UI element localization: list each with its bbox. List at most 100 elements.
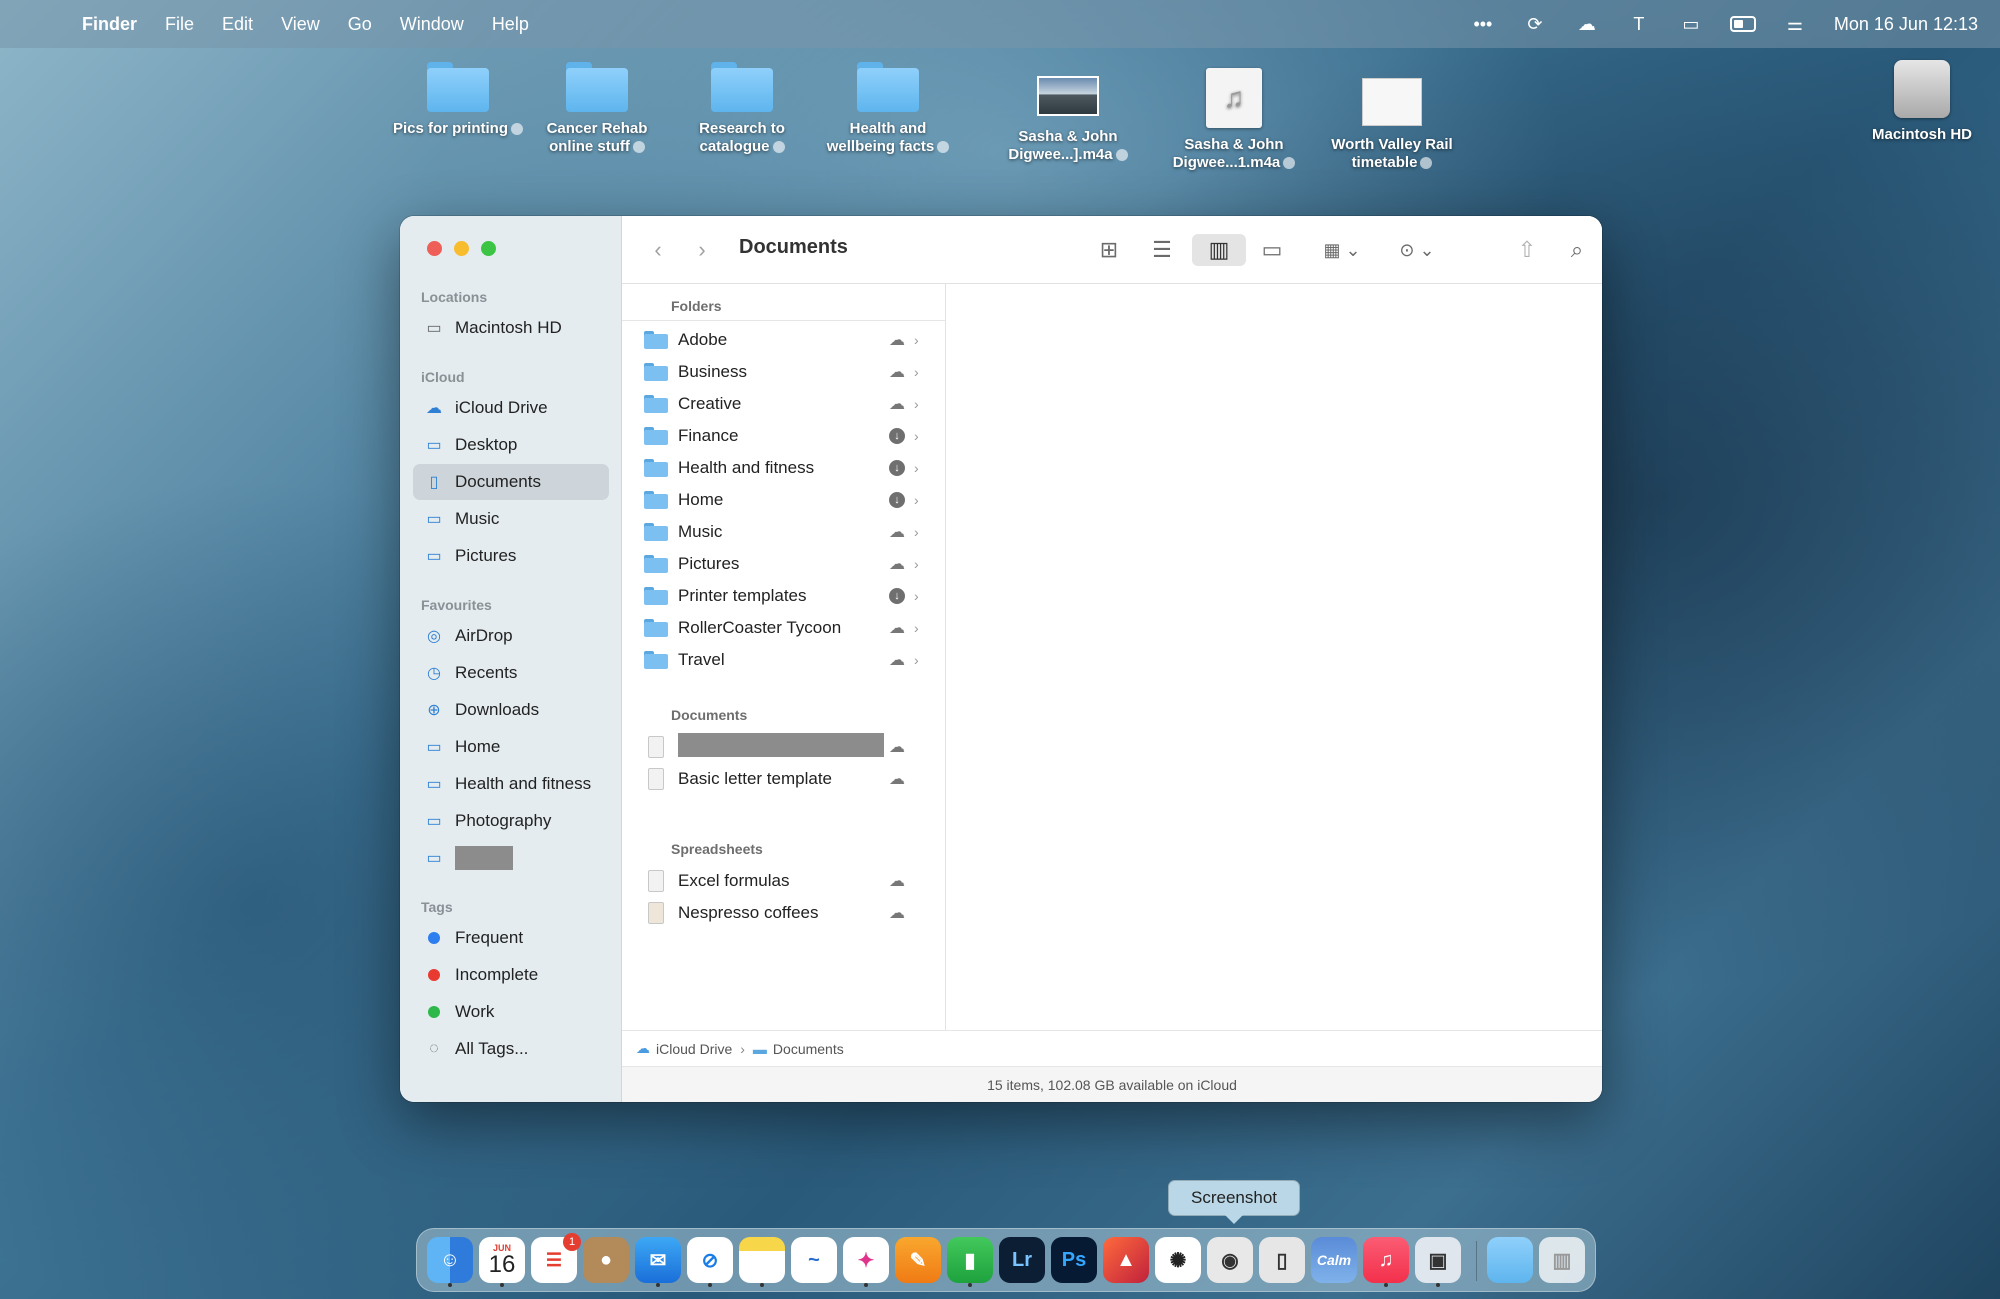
downloading-icon[interactable]: ↓ [889,428,905,444]
desktop-folder-research[interactable]: Research to catalogue [672,62,812,156]
dock-freeform-icon[interactable]: ~ [791,1237,837,1283]
sidebar-tag-incomplete[interactable]: Incomplete [413,957,609,993]
folder-row-travel[interactable]: Travel ☁ › [622,644,946,676]
desktop-folder-health[interactable]: Health and wellbeing facts [818,62,958,156]
folder-row-home[interactable]: Home ↓ › [622,484,946,516]
sidebar-tag-frequent[interactable]: Frequent [413,920,609,956]
dock-photoshop-icon[interactable]: Ps [1051,1237,1097,1283]
control-center-icon[interactable]: ⚌ [1782,14,1808,34]
list-view-icon[interactable]: ☰ [1142,234,1182,266]
desktop-folder-pics-for-printing[interactable]: Pics for printing [388,62,528,138]
menu-go[interactable]: Go [348,14,372,35]
sidebar-item-airdrop[interactable]: ◎ AirDrop [413,618,609,654]
sidebar-item-music[interactable]: ▭ Music [413,501,609,537]
dock-preview-icon[interactable]: ▣ [1415,1237,1461,1287]
cloud-icon[interactable]: ☁ [1574,14,1600,34]
zoom-button[interactable] [481,241,496,256]
cloud-download-icon[interactable]: ☁ [886,522,908,542]
downloading-icon[interactable]: ↓ [889,460,905,476]
cloud-download-icon[interactable]: ☁ [886,737,908,757]
menu-window[interactable]: Window [400,14,464,35]
dock-mail-icon[interactable]: ✉ [635,1237,681,1287]
dock-safari-icon[interactable]: ⊘ [687,1237,733,1287]
text-cursor-icon[interactable]: T [1626,14,1652,34]
cloud-download-icon[interactable]: ☁ [886,554,908,574]
sidebar-item-desktop[interactable]: ▭ Desktop [413,427,609,463]
action-menu-icon[interactable]: ⊙ ⌄ [1387,234,1447,266]
folder-row-health-and-fitness[interactable]: Health and fitness ↓ › [622,452,946,484]
forward-chevron-icon[interactable]: › [690,234,714,266]
downloading-icon[interactable]: ↓ [889,588,905,604]
document-row-redacted[interactable]: ☁ [622,731,946,763]
dock-music-icon[interactable]: ♫ [1363,1237,1409,1287]
dock-downloads-folder-icon[interactable] [1487,1237,1533,1283]
sidebar-item-downloads[interactable]: ⊕ Downloads [413,692,609,728]
sidebar-item-icloud-drive[interactable]: ☁ iCloud Drive [413,390,609,426]
cloud-download-icon[interactable]: ☁ [886,769,908,789]
sidebar-tag-all-tags[interactable]: ◌ All Tags... [413,1031,609,1067]
dock-calm-icon[interactable]: Calm [1311,1237,1357,1283]
dock-contacts-icon[interactable]: ● [583,1237,629,1283]
sidebar-tag-work[interactable]: Work [413,994,609,1030]
desktop-file-worth-valley[interactable]: Worth Valley Rail timetable [1322,68,1462,172]
sidebar-item-macintosh-hd[interactable]: ▭ Macintosh HD [413,310,609,346]
menu-file[interactable]: File [165,14,194,35]
menubar-clock[interactable]: Mon 16 Jun 12:13 [1834,14,1978,35]
dock-launchpad-icon[interactable]: ✦ [843,1237,889,1287]
desktop-drive-macintosh-hd[interactable]: Macintosh HD [1852,60,1992,144]
battery-icon[interactable] [1729,14,1756,34]
sidebar-item-home[interactable]: ▭ Home [413,729,609,765]
close-button[interactable] [427,241,442,256]
sidebar-item-recents[interactable]: ◷ Recents [413,655,609,691]
cloud-download-icon[interactable]: ☁ [886,618,908,638]
sidebar-item-photography[interactable]: ▭ Photography [413,803,609,839]
sync-icon[interactable]: ⟳ [1522,14,1548,34]
dock-calendar-icon[interactable]: JUN 16 [479,1237,525,1287]
sidebar-item-pictures[interactable]: ▭ Pictures [413,538,609,574]
dock-affinity-icon[interactable]: ▲ [1103,1237,1149,1283]
column-view-icon[interactable]: ▥ [1192,234,1246,266]
dock-screenshot-icon[interactable]: ◉ [1207,1237,1253,1283]
search-icon[interactable]: ⌕ [1562,234,1592,266]
cloud-download-icon[interactable]: ☁ [886,650,908,670]
share-icon[interactable]: ⇧ [1512,234,1542,266]
cloud-download-icon[interactable]: ☁ [886,871,908,891]
group-by-icon[interactable]: ▦ ⌄ [1312,234,1372,266]
folder-row-printer-templates[interactable]: Printer templates ↓ › [622,580,946,612]
folder-row-finance[interactable]: Finance ↓ › [622,420,946,452]
gallery-view-icon[interactable]: ▭ [1252,234,1292,266]
minimize-button[interactable] [454,241,469,256]
menu-view[interactable]: View [281,14,320,35]
dock-lightroom-icon[interactable]: Lr [999,1237,1045,1283]
icon-view-icon[interactable]: ⊞ [1089,234,1129,266]
folder-row-business[interactable]: Business ☁ › [622,356,946,388]
desktop-file-sasha-john-1[interactable]: Sasha & John Digwee...].m4a [998,62,1138,164]
downloading-icon[interactable]: ↓ [889,492,905,508]
folder-row-adobe[interactable]: Adobe ☁ › [622,324,946,356]
desktop-file-sasha-john-2[interactable]: ♫ Sasha & John Digwee...1.m4a [1164,68,1304,172]
folder-row-rollercoaster-tycoon[interactable]: RollerCoaster Tycoon ☁ › [622,612,946,644]
dock-chatgpt-icon[interactable]: ✺ [1155,1237,1201,1283]
cloud-download-icon[interactable]: ☁ [886,330,908,350]
cloud-download-icon[interactable]: ☁ [886,362,908,382]
spreadsheet-row-excel-formulas[interactable]: Excel formulas ☁ [622,865,946,897]
dock-iphone-mirroring-icon[interactable]: ▯ [1259,1237,1305,1283]
sidebar-item-redacted[interactable]: ▭ [413,840,609,876]
sidebar-item-health-and-fitness[interactable]: ▭ Health and fitness [413,766,609,802]
dock-notes-icon[interactable] [739,1237,785,1287]
more-icon[interactable]: ••• [1470,14,1496,34]
dock-finder-icon[interactable]: ☺ [427,1237,473,1287]
folder-row-pictures[interactable]: Pictures ☁ › [622,548,946,580]
display-icon[interactable]: ▭ [1678,14,1704,34]
sidebar-item-documents[interactable]: ▯ Documents [413,464,609,500]
folder-row-music[interactable]: Music ☁ › [622,516,946,548]
back-chevron-icon[interactable]: ‹ [646,234,670,266]
menu-app-name[interactable]: Finder [82,14,137,35]
dock-trash-icon[interactable]: ▥ [1539,1237,1585,1283]
folder-row-creative[interactable]: Creative ☁ › [622,388,946,420]
desktop-folder-cancer-rehab[interactable]: Cancer Rehab online stuff [527,62,667,156]
menu-edit[interactable]: Edit [222,14,253,35]
dock-pages-icon[interactable]: ✎ [895,1237,941,1283]
menu-help[interactable]: Help [492,14,529,35]
cloud-download-icon[interactable]: ☁ [886,394,908,414]
